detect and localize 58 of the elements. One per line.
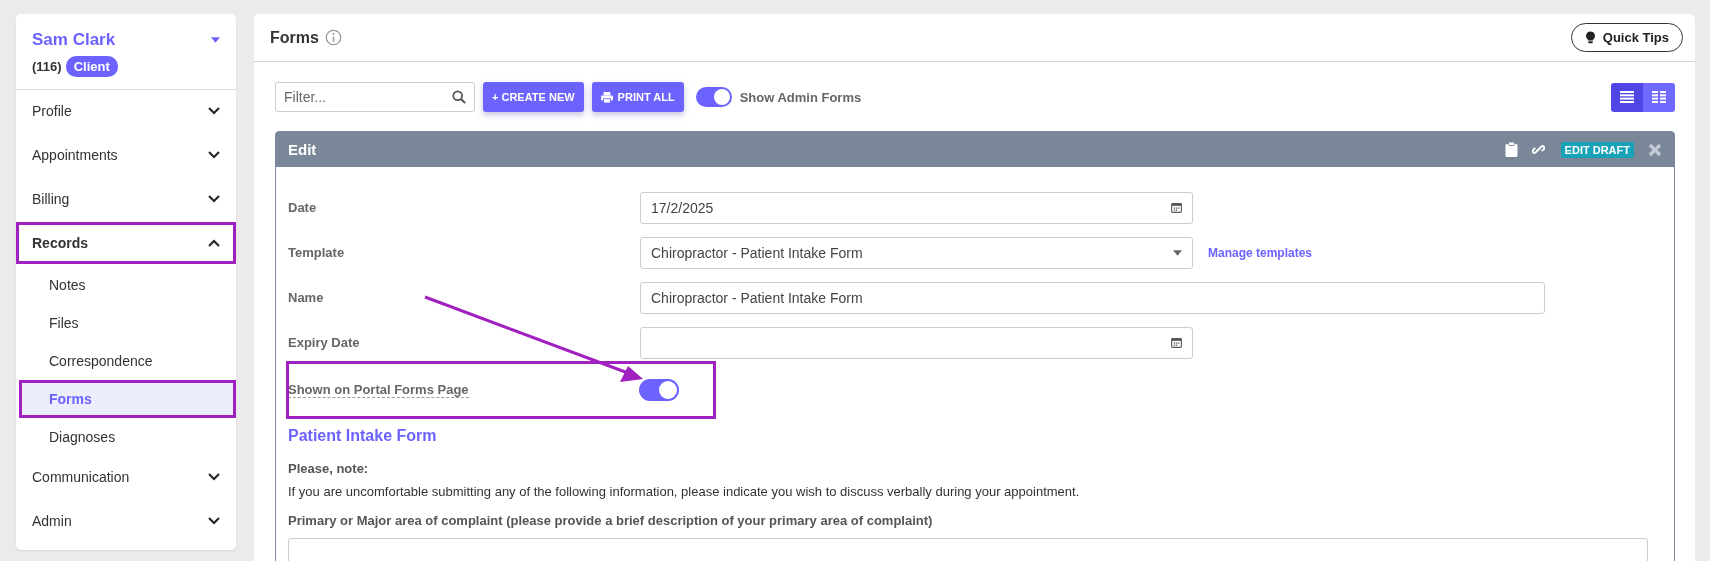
clipboard-icon[interactable] bbox=[1504, 142, 1518, 157]
note-title: Please, note: bbox=[288, 461, 370, 476]
date-field[interactable]: 17/2/2025 bbox=[640, 191, 1193, 224]
chevron-icon bbox=[208, 473, 220, 481]
calendar-icon bbox=[1171, 202, 1182, 213]
caret-icon[interactable] bbox=[211, 37, 220, 43]
filter-field[interactable]: Filter... bbox=[275, 82, 475, 112]
quick-tips-button[interactable]: Quick Tips bbox=[1570, 23, 1683, 52]
sidebar-subitem[interactable]: Files bbox=[19, 304, 236, 342]
sidebar-subitem[interactable]: Correspondence bbox=[19, 342, 236, 380]
note-text: If you are uncomfortable submitting any of the following information, please indicate you wish to discuss verbally during your appointment. bbox=[288, 484, 1081, 499]
sidebar-item[interactable]: Appointments bbox=[16, 134, 236, 176]
chevron-icon bbox=[208, 195, 220, 203]
page-title: Forms bbox=[270, 28, 319, 47]
sidebar-item[interactable]: Admin bbox=[16, 500, 236, 542]
sidebar-item[interactable]: Records bbox=[16, 222, 236, 264]
create-new-button[interactable]: + CREATE NEW bbox=[483, 82, 584, 112]
date-field[interactable] bbox=[640, 326, 1193, 359]
field-label: Shown on Portal Forms Page bbox=[288, 382, 469, 398]
name-field[interactable]: Chiropractor - Patient Intake Form bbox=[640, 281, 1545, 314]
link-icon[interactable] bbox=[1531, 142, 1545, 157]
sidebar-item[interactable]: Billing bbox=[16, 178, 236, 220]
template-select[interactable]: Chiropractor - Patient Intake Form bbox=[640, 236, 1193, 269]
field-label: Date bbox=[288, 200, 318, 215]
list-icon bbox=[1620, 91, 1634, 103]
sidebar-subitem[interactable]: Diagnoses bbox=[19, 418, 236, 456]
chevron-icon bbox=[208, 239, 220, 247]
info-icon[interactable] bbox=[324, 29, 342, 46]
search-icon bbox=[452, 90, 466, 104]
question-label: Primary or Major area of complaint (please provide a brief description of your primary area of complaint) bbox=[288, 513, 934, 528]
print-all-button[interactable]: PRINT ALL bbox=[591, 82, 684, 112]
grid-icon bbox=[1652, 91, 1666, 103]
lightbulb-icon bbox=[1585, 31, 1595, 44]
list-view-button[interactable] bbox=[1611, 82, 1643, 112]
form-title: Patient Intake Form bbox=[288, 427, 438, 445]
sidebar-item[interactable]: Communication bbox=[16, 456, 236, 498]
client-name[interactable]: Sam Clark bbox=[32, 30, 116, 50]
client-count: (116) bbox=[32, 59, 62, 74]
grid-view-button[interactable] bbox=[1643, 82, 1675, 112]
printer-icon bbox=[600, 91, 613, 103]
sidebar-item[interactable]: Profile bbox=[16, 90, 236, 132]
field-label: Expiry Date bbox=[288, 335, 361, 350]
portal-toggle[interactable] bbox=[638, 379, 679, 401]
calendar-icon bbox=[1171, 337, 1182, 348]
sidebar-subitem[interactable]: Notes bbox=[19, 266, 236, 304]
chevron-icon bbox=[208, 151, 220, 159]
panel-title: Edit bbox=[288, 141, 317, 158]
sidebar-subitem[interactable]: Forms bbox=[19, 380, 236, 418]
chevron-icon bbox=[208, 517, 220, 525]
close-icon[interactable] bbox=[1648, 142, 1662, 157]
toggle-label: Show Admin Forms bbox=[739, 89, 862, 105]
manage-templates-link[interactable]: Manage templates bbox=[1208, 245, 1313, 260]
caret-icon bbox=[1173, 249, 1182, 256]
field-label: Name bbox=[288, 290, 325, 305]
client-badge: Client bbox=[65, 56, 118, 77]
chevron-icon bbox=[208, 107, 220, 115]
field-label: Template bbox=[288, 245, 346, 260]
admin-forms-toggle[interactable] bbox=[695, 87, 732, 107]
